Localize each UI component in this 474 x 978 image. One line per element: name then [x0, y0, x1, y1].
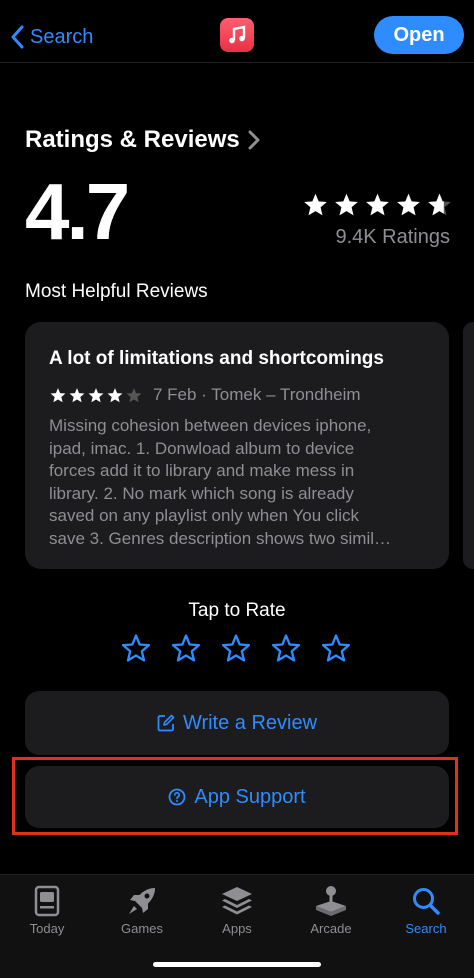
highlight-box [12, 757, 458, 835]
chevron-right-icon [248, 130, 260, 150]
tab-search[interactable]: Search [386, 884, 466, 936]
review-body-line: saved on any playlist only when You clic… [49, 506, 359, 525]
write-review-button[interactable]: Write a Review [25, 691, 449, 755]
apps-stack-icon [222, 887, 252, 915]
open-button[interactable]: Open [374, 16, 464, 54]
tab-arcade[interactable]: Arcade [291, 884, 371, 936]
review-body-line: ipad, imac. 1. Donwload album to device [49, 438, 355, 458]
review-title: A lot of limitations and shortcomings [49, 348, 384, 369]
star-filled-icon [366, 193, 389, 216]
nav-divider [0, 62, 474, 63]
average-rating: 4.7 [25, 167, 130, 256]
home-indicator [153, 962, 321, 967]
review-body-line: library. 2. No mark which song is alread… [49, 483, 354, 503]
tap-to-rate-label: Tap to Rate [188, 600, 286, 621]
tab-label: Arcade [310, 921, 352, 936]
tab-label: Today [29, 921, 65, 936]
star-outline-icon[interactable] [120, 633, 152, 664]
search-icon [413, 888, 440, 915]
tab-label: Apps [222, 921, 252, 936]
section-title: Ratings & Reviews [25, 126, 240, 153]
star-filled-icon [304, 193, 327, 216]
star-filled-icon [107, 387, 123, 402]
review-body-line: forces add it to library and make mess i… [49, 461, 355, 480]
ratings-reviews-link[interactable]: Ratings & Reviews [25, 126, 260, 154]
star-filled-icon [397, 193, 420, 216]
review-stars [49, 387, 143, 404]
review-body-line: Missing cohesion between devices iphone, [49, 416, 372, 435]
music-note-icon [229, 25, 246, 44]
star-outline-icon[interactable] [270, 633, 302, 664]
star-partial-icon [428, 193, 451, 216]
rocket-icon [129, 888, 155, 914]
most-helpful-title: Most Helpful Reviews [25, 281, 208, 302]
star-outline-icon[interactable] [320, 633, 352, 664]
tab-apps[interactable]: Apps [197, 884, 277, 936]
app-icon [220, 18, 254, 52]
next-review-card[interactable] [463, 322, 474, 569]
compose-icon [157, 714, 175, 732]
back-button[interactable]: Search [10, 20, 93, 54]
ratings-count: 9.4K Ratings [335, 226, 450, 248]
back-label: Search [30, 25, 94, 48]
today-icon [34, 885, 60, 917]
star-filled-icon [69, 387, 85, 402]
tab-label: Search [405, 921, 447, 936]
write-review-label: Write a Review [182, 711, 318, 734]
star-filled-icon [50, 387, 66, 402]
star-filled-icon [335, 193, 358, 216]
review-meta: 7 Feb · Tomek – Trondheim [49, 385, 361, 405]
tab-games[interactable]: Games [102, 884, 182, 936]
tab-today[interactable]: Today [7, 884, 87, 936]
review-date-author: 7 Feb · Tomek – Trondheim [153, 385, 361, 404]
chevron-left-icon [11, 25, 24, 49]
tab-label: Games [121, 921, 163, 936]
star-empty-icon [126, 387, 142, 402]
star-outline-icon[interactable] [220, 633, 252, 664]
rating-stars [302, 192, 453, 218]
tap-to-rate-stars [120, 633, 352, 664]
review-body-line: save 3. Genres description shows two sim… [49, 528, 392, 548]
joystick-icon [316, 886, 346, 916]
star-filled-icon [88, 387, 104, 402]
star-outline-icon[interactable] [170, 633, 202, 664]
review-body: Missing cohesion between devices iphone,… [49, 415, 431, 550]
